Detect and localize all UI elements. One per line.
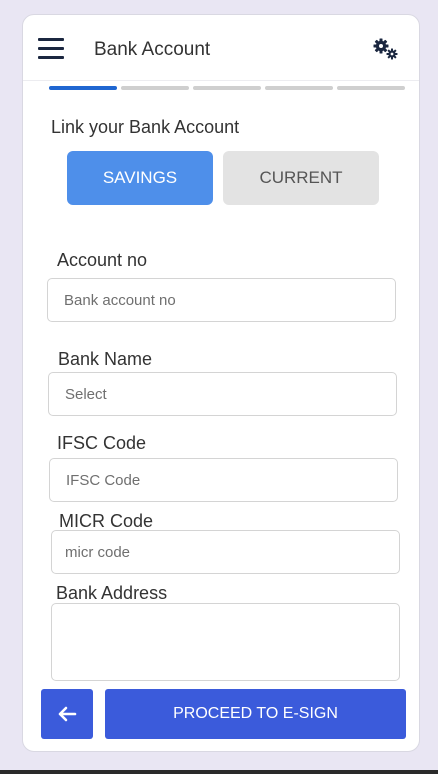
- ifsc-input[interactable]: [49, 458, 398, 502]
- back-button[interactable]: [41, 689, 93, 739]
- bottom-bar: [0, 770, 438, 774]
- step-1: [49, 86, 117, 90]
- step-3: [193, 86, 261, 90]
- progress-stepper: [49, 86, 405, 90]
- section-title: Link your Bank Account: [51, 117, 240, 137]
- step-2: [121, 86, 189, 90]
- step-5: [337, 86, 405, 90]
- arrow-left-icon: [58, 706, 77, 722]
- ifsc-label: IFSC Code: [57, 433, 147, 453]
- bank-name-label: Bank Name: [58, 349, 153, 369]
- bank-name-select[interactable]: Select: [48, 372, 397, 416]
- bank-account-card: Bank Account Link your Bank Account SAVI…: [22, 14, 420, 752]
- gears-icon[interactable]: [372, 37, 400, 61]
- current-button[interactable]: CURRENT: [223, 151, 379, 205]
- proceed-to-esign-button[interactable]: PROCEED TO E-SIGN: [105, 689, 406, 739]
- micr-label: MICR Code: [59, 511, 154, 531]
- savings-button[interactable]: SAVINGS: [67, 151, 213, 205]
- app-header: Bank Account: [23, 15, 419, 81]
- micr-input[interactable]: [51, 530, 400, 574]
- bank-address-textarea[interactable]: [51, 603, 400, 681]
- account-no-input[interactable]: [47, 278, 396, 322]
- account-no-label: Account no: [57, 250, 148, 270]
- bank-name-select-value: Select: [65, 385, 107, 403]
- step-4: [265, 86, 333, 90]
- page-title: Bank Account: [94, 39, 211, 60]
- bank-address-label: Bank Address: [56, 583, 168, 603]
- hamburger-menu-icon[interactable]: [38, 38, 64, 60]
